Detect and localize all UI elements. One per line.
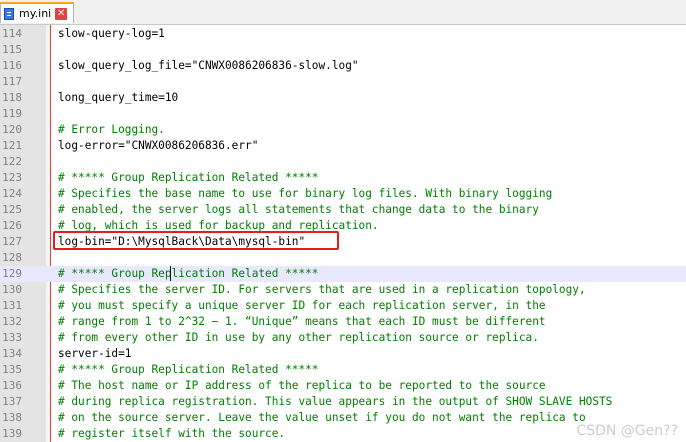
line-number: 133 xyxy=(2,331,22,344)
comment-text: # from every other ID in use by any othe… xyxy=(58,331,539,344)
editor-line[interactable]: 125 # enabled, the server logs all statem… xyxy=(0,202,686,218)
line-number: 123 xyxy=(2,171,22,184)
comment-text: # Error Logging. xyxy=(58,123,165,136)
editor-line[interactable]: 115 xyxy=(0,42,686,58)
line-number: 138 xyxy=(2,411,22,424)
line-number: 124 xyxy=(2,187,22,200)
editor-line[interactable]: 124 # Specifies the base name to use for … xyxy=(0,186,686,202)
line-number: 130 xyxy=(2,283,22,296)
editor-line[interactable]: 136 # The host name or IP address of the … xyxy=(0,378,686,394)
editor-line[interactable]: 117 xyxy=(0,74,686,90)
editor-line[interactable]: 129 # ***** Group Replication Related ***… xyxy=(0,266,686,282)
line-number: 114 xyxy=(2,27,22,40)
editor-line[interactable]: 128 xyxy=(0,250,686,266)
comment-text: # The host name or IP address of the rep… xyxy=(58,379,546,392)
code-text: log-error="CNWX0086206836.err" xyxy=(58,139,259,152)
tab-my-ini[interactable]: my.ini ✕ xyxy=(0,2,74,23)
line-number: 137 xyxy=(2,395,22,408)
line-number: 127 xyxy=(2,235,22,248)
code-text: server-id=1 xyxy=(58,347,132,360)
comment-text: # you must specify a unique server ID fo… xyxy=(58,299,546,312)
editor-line[interactable]: 135 # ***** Group Replication Related ***… xyxy=(0,362,686,378)
editor-line[interactable]: 132 # range from 1 to 2^32 − 1. “Unique” … xyxy=(0,314,686,330)
editor-line[interactable]: 122 xyxy=(0,154,686,170)
line-number: 118 xyxy=(2,91,22,104)
editor-line[interactable]: 134 server-id=1 xyxy=(0,346,686,362)
line-number: 129 xyxy=(2,267,22,280)
comment-text: # enabled, the server logs all statement… xyxy=(58,203,539,216)
code-text: slow_query_log_file="CNWX0086206836-slow… xyxy=(58,59,359,72)
line-number: 115 xyxy=(2,43,22,56)
line-number: 132 xyxy=(2,315,22,328)
line-number: 120 xyxy=(2,123,22,136)
editor-line[interactable]: 131 # you must specify a unique server ID… xyxy=(0,298,686,314)
comment-text: # ***** Group Replication Related ***** xyxy=(58,171,319,184)
code-text: slow-query-log=1 xyxy=(58,27,165,40)
comment-text: # ***** Group Replication Related ***** xyxy=(58,267,319,280)
comment-text: # during replica registration. This valu… xyxy=(58,395,613,408)
editor-line[interactable]: 121 log-error="CNWX0086206836.err" xyxy=(0,138,686,154)
editor-line[interactable]: 119 xyxy=(0,106,686,122)
tab-label: my.ini xyxy=(19,7,52,20)
line-number: 139 xyxy=(2,427,22,440)
comment-text: # Specifies the base name to use for bin… xyxy=(58,187,553,200)
line-number: 131 xyxy=(2,299,22,312)
watermark: CSDN @Gen?? xyxy=(576,423,678,439)
line-number: 128 xyxy=(2,251,22,264)
line-number: 135 xyxy=(2,363,22,376)
file-icon xyxy=(4,7,14,20)
line-number: 121 xyxy=(2,139,22,152)
editor-line[interactable]: 137 # during replica registration. This v… xyxy=(0,394,686,410)
comment-text: # Specifies the server ID. For servers t… xyxy=(58,283,586,296)
code-text: long_query_time=10 xyxy=(58,91,179,104)
line-number: 134 xyxy=(2,347,22,360)
line-number: 122 xyxy=(2,155,22,168)
comment-text: # ***** Group Replication Related ***** xyxy=(58,363,319,376)
line-number: 119 xyxy=(2,107,22,120)
line-number: 116 xyxy=(2,59,22,72)
editor-line[interactable]: 133 # from every other ID in use by any o… xyxy=(0,330,686,346)
line-number: 126 xyxy=(2,219,22,232)
close-icon[interactable]: ✕ xyxy=(55,7,68,20)
comment-text: # register itself with the source. xyxy=(58,427,286,440)
editor-line[interactable]: 123 # ***** Group Replication Related ***… xyxy=(0,170,686,186)
comment-text: # range from 1 to 2^32 − 1. “Unique” mea… xyxy=(58,315,546,328)
line-number: 125 xyxy=(2,203,22,216)
comment-text: # on the source server. Leave the value … xyxy=(58,411,586,424)
editor-line[interactable]: 114 slow-query-log=1 xyxy=(0,26,686,42)
editor-line[interactable]: 130 # Specifies the server ID. For server… xyxy=(0,282,686,298)
annotation-highlight-box xyxy=(53,231,339,250)
editor-line[interactable]: 120 # Error Logging. xyxy=(0,122,686,138)
editor-line[interactable]: 118 long_query_time=10 xyxy=(0,90,686,106)
editor-line[interactable]: 116 slow_query_log_file="CNWX0086206836-s… xyxy=(0,58,686,74)
text-caret xyxy=(170,266,171,281)
line-number: 117 xyxy=(2,75,22,88)
tab-bar: my.ini ✕ xyxy=(0,0,686,25)
line-number: 136 xyxy=(2,379,22,392)
